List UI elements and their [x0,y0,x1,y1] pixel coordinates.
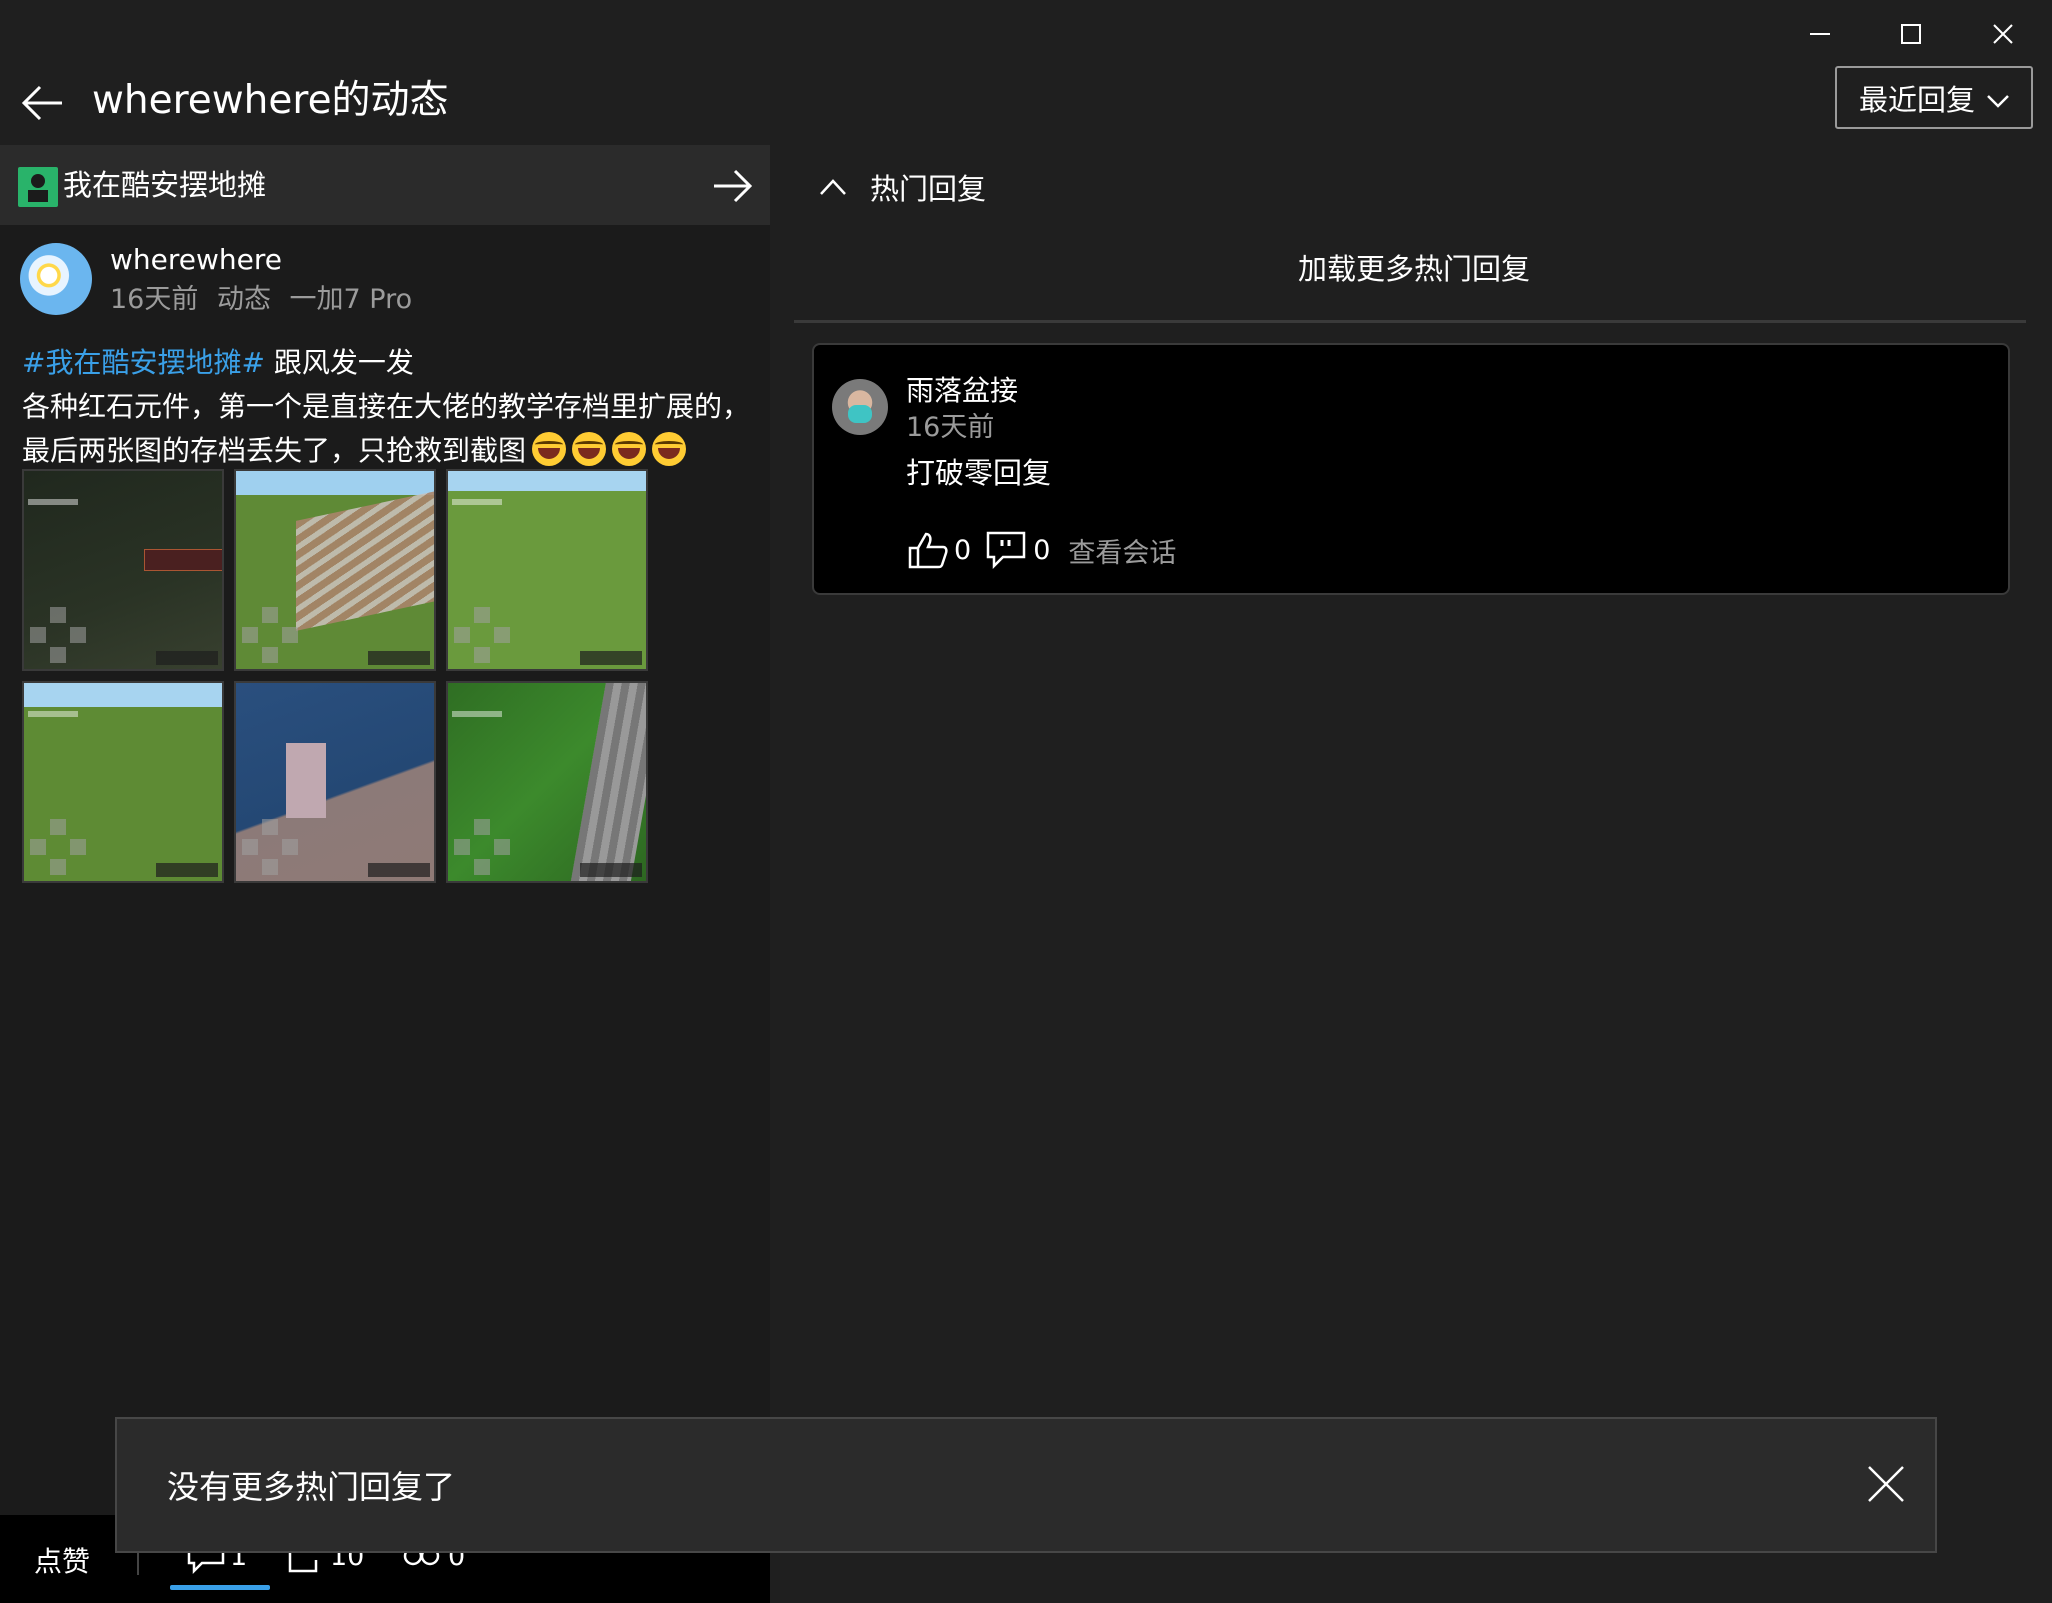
thumbs-up-icon[interactable] [906,530,950,570]
post-image[interactable] [446,469,648,671]
laugh-cry-emoji-icon [532,432,567,466]
topic-label: 我在酷安摆地摊 [63,168,267,202]
chevron-up-icon [820,179,846,195]
post-device: 一加7 Pro [289,284,413,315]
post-text-line3: 最后两张图的存档丢失了，只抢救到截图 [22,434,527,467]
toast-message: 没有更多热门回复了 [167,1468,456,1506]
title-bar: wherewhere的动态 最近回复 [0,0,2052,145]
section-divider [794,320,2026,323]
post-body: #我在酷安摆地摊# 跟风发一发 各种红石元件，第一个是直接在大佬的教学存档里扩展… [22,341,762,473]
maximize-icon [1901,24,1921,44]
close-window-button[interactable] [1958,8,2048,60]
hashtag-link[interactable]: #我在酷安摆地摊# [22,346,265,379]
reply-like-count: 0 [954,534,972,566]
toast-close-button[interactable] [1863,1461,1909,1507]
reply-icon[interactable] [985,530,1029,570]
post-image[interactable] [446,681,648,883]
post-image[interactable] [234,469,436,671]
reply-actions: 0 0 查看会话 [906,530,1176,570]
topic-avatar-icon [18,167,58,207]
post-text-line1: 跟风发一发 [264,346,414,379]
back-arrow-icon [21,85,62,121]
load-more-hot-replies-button[interactable]: 加载更多热门回复 [1298,247,1530,291]
topic-link-bar[interactable]: 我在酷安摆地摊 [0,145,770,225]
post-pane: 我在酷安摆地摊 wherewhere 16天前 动态 一加7 Pro #我在酷安… [0,145,770,1603]
minimize-icon [1810,33,1830,35]
reply-time: 16天前 [906,412,995,443]
page-title: wherewhere的动态 [92,78,449,123]
hot-replies-toggle[interactable]: 热门回复 [818,166,986,208]
sort-dropdown-label: 最近回复 [1859,82,1976,117]
active-tab-indicator [170,1585,270,1590]
author-avatar[interactable] [20,243,92,315]
post-image[interactable] [22,681,224,883]
reply-text: 打破零回复 [906,456,1052,490]
post-time: 16天前 [110,284,199,315]
post-type: 动态 [216,284,271,315]
author-name[interactable]: wherewhere [110,241,282,279]
toast-notification: 没有更多热门回复了 [115,1417,1937,1553]
post-image[interactable] [234,681,436,883]
reply-card: 雨落盆接 16天前 打破零回复 0 0 查看会话 [812,343,2010,595]
post-image[interactable] [22,469,224,671]
reply-author[interactable]: 雨落盆接 [906,371,1018,411]
close-icon [1868,1466,1904,1502]
back-button[interactable] [18,76,68,126]
post-image-grid [22,469,652,887]
minimize-button[interactable] [1775,8,1865,60]
arrow-right-icon [714,169,753,203]
view-conversation-link[interactable]: 查看会话 [1068,531,1176,570]
laugh-cry-emoji-icon [612,432,647,466]
like-button[interactable]: 点赞 [34,1540,90,1580]
reply-reply-count: 0 [1033,534,1051,566]
laugh-cry-emoji-icon [572,432,607,466]
sort-dropdown[interactable]: 最近回复 [1835,66,2033,129]
post-text-line2: 各种红石元件，第一个是直接在大佬的教学存档里扩展的， [22,390,751,423]
close-icon [1993,24,2013,44]
reply-avatar[interactable] [832,379,888,435]
chevron-down-icon [1987,95,2009,108]
post-meta: 16天前 动态 一加7 Pro [110,281,422,319]
maximize-button[interactable] [1866,8,1956,60]
hot-replies-header: 热门回复 [870,172,987,206]
laugh-cry-emoji-icon [652,432,687,466]
